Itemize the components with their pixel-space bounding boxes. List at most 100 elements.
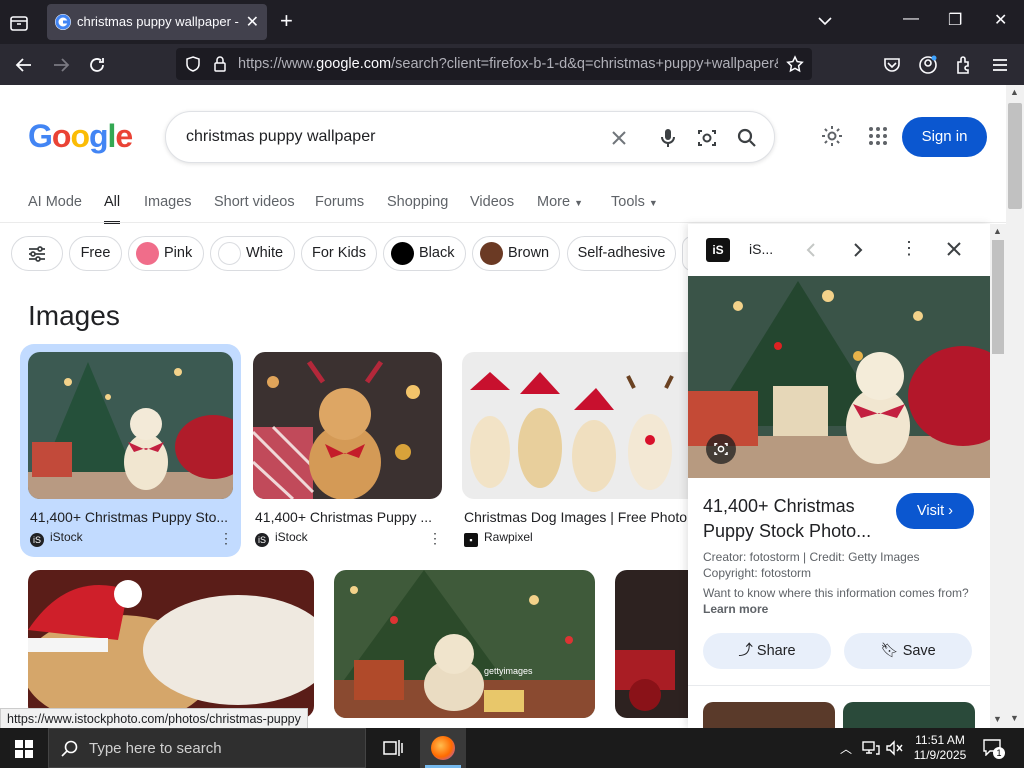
tab-videos[interactable]: Videos	[470, 194, 514, 210]
next-icon[interactable]	[848, 240, 868, 260]
chip-for-kids[interactable]: For Kids	[301, 236, 377, 271]
panel-source-name[interactable]: iS...	[749, 241, 773, 257]
scroll-down-icon[interactable]: ▼	[1010, 713, 1019, 723]
network-icon[interactable]	[862, 740, 880, 756]
tray-chevron-icon[interactable]: ︿	[840, 740, 852, 757]
tab-ai-mode[interactable]: AI Mode	[28, 194, 82, 210]
result-title-3[interactable]: Christmas Dog Images | Free Photo	[464, 509, 688, 525]
result-source-1[interactable]: iS iStock	[30, 530, 83, 547]
extensions-icon[interactable]	[953, 54, 975, 76]
chip-black[interactable]: Black	[383, 236, 466, 271]
sign-in-button[interactable]: Sign in	[902, 117, 987, 157]
account-icon[interactable]	[917, 54, 939, 76]
tab-more[interactable]: More ▼	[537, 194, 583, 210]
tab-short-videos[interactable]: Short videos	[214, 194, 295, 210]
list-all-tabs-icon[interactable]	[816, 12, 834, 30]
back-icon[interactable]	[13, 54, 35, 76]
search-box[interactable]: christmas puppy wallpaper	[165, 111, 775, 163]
filter-settings-chip[interactable]	[11, 236, 63, 271]
istock-icon: iS	[30, 533, 44, 547]
result-image-1[interactable]	[28, 352, 233, 499]
result-image-4[interactable]	[28, 570, 314, 718]
voice-search-icon[interactable]	[656, 126, 680, 150]
panel-copyright: Copyright: fotostorm	[703, 566, 812, 580]
task-view-icon[interactable]	[383, 739, 403, 757]
page-scroll-thumb[interactable]	[1008, 103, 1022, 209]
chip-pink[interactable]: Pink	[128, 236, 204, 271]
scroll-up-icon[interactable]: ▲	[1010, 87, 1019, 97]
learn-more-link[interactable]: Learn more	[703, 602, 768, 616]
scroll-down-icon[interactable]: ▼	[993, 714, 1002, 724]
tab-images[interactable]: Images	[144, 194, 192, 210]
panel-more-icon[interactable]: ⋮	[900, 238, 918, 259]
result-source-3[interactable]: ▪ Rawpixel	[464, 530, 533, 547]
volume-muted-icon[interactable]	[885, 740, 903, 756]
chip-black-label: Black	[419, 245, 455, 261]
close-panel-icon[interactable]	[944, 239, 964, 259]
restore-icon[interactable]: ❐	[948, 10, 962, 30]
tab-shopping[interactable]: Shopping	[387, 194, 448, 210]
search-icon[interactable]	[735, 126, 759, 150]
result-source-2[interactable]: iS iStock	[255, 530, 308, 547]
panel-creator: Creator: fotostorm | Credit: Getty Image…	[703, 550, 920, 564]
google-logo[interactable]: Google	[28, 118, 133, 155]
bookmark-star-icon[interactable]	[786, 55, 804, 73]
chip-white[interactable]: White	[210, 236, 295, 271]
chip-free[interactable]: Free	[69, 236, 122, 271]
result-image-3[interactable]	[462, 352, 692, 499]
firefox-taskbar-button[interactable]	[420, 728, 466, 768]
tab-forums[interactable]: Forums	[315, 194, 364, 210]
clear-search-icon[interactable]	[607, 126, 631, 150]
settings-gear-icon[interactable]	[820, 124, 844, 148]
close-tab-icon[interactable]: ✕	[246, 12, 259, 32]
google-apps-icon[interactable]	[866, 124, 890, 148]
chip-brown[interactable]: Brown	[472, 236, 560, 271]
search-query[interactable]: christmas puppy wallpaper	[186, 128, 375, 146]
panel-question: Want to know where this information come…	[703, 586, 969, 600]
related-image-2[interactable]	[843, 702, 975, 728]
result-image-6[interactable]	[615, 570, 692, 718]
tab-all[interactable]: All	[104, 194, 121, 224]
panel-title[interactable]: 41,400+ Christmas Puppy Stock Photo...	[703, 494, 888, 544]
previous-icon[interactable]	[801, 240, 821, 260]
images-section-heading: Images	[28, 300, 120, 331]
related-image-1[interactable]	[703, 702, 835, 728]
result-image-5[interactable]: gettyimages	[334, 570, 595, 718]
white-swatch	[218, 242, 241, 265]
chip-self-adhesive[interactable]: Self-adhesive	[567, 236, 676, 271]
lock-icon[interactable]	[211, 55, 229, 73]
page-scrollbar[interactable]: ▲ ▼	[1006, 85, 1024, 728]
clock[interactable]: 11:51 AM 11/9/2025	[912, 733, 968, 763]
notifications-button[interactable]: 1	[982, 738, 1005, 759]
close-window-icon[interactable]: ✕	[994, 10, 1007, 30]
new-tab-icon[interactable]: +	[280, 10, 293, 32]
tab-tools[interactable]: Tools ▼	[611, 194, 658, 210]
active-tab[interactable]: christmas puppy wallpaper - Google Searc…	[47, 4, 267, 40]
taskbar-search-placeholder: Type here to search	[89, 740, 222, 757]
menu-icon[interactable]	[989, 54, 1011, 76]
panel-scroll-thumb[interactable]	[992, 240, 1004, 354]
lens-search-icon[interactable]	[695, 126, 719, 150]
share-button[interactable]: ⤴ Share	[703, 633, 831, 669]
result-image-2[interactable]	[253, 352, 442, 499]
result-more-icon[interactable]: ⋮	[219, 530, 233, 547]
forward-icon[interactable]	[50, 54, 72, 76]
sliders-icon	[29, 246, 45, 262]
pocket-icon[interactable]	[881, 54, 903, 76]
tab-manager-icon[interactable]	[8, 12, 30, 34]
result-more-icon[interactable]: ⋮	[428, 530, 442, 547]
taskbar-search[interactable]: Type here to search	[48, 728, 366, 768]
scroll-up-icon[interactable]: ▲	[993, 226, 1002, 236]
save-button[interactable]: 🔖︎ Save	[844, 633, 972, 669]
windows-start-icon[interactable]	[15, 740, 33, 758]
istock-logo-icon[interactable]: iS	[706, 238, 730, 262]
visit-button[interactable]: Visit ›	[896, 493, 974, 529]
result-title-2[interactable]: 41,400+ Christmas Puppy ...	[255, 509, 435, 525]
minimize-icon[interactable]: —	[903, 10, 919, 28]
lens-overlay-button[interactable]	[706, 434, 736, 464]
reload-icon[interactable]	[86, 54, 108, 76]
shield-icon[interactable]	[184, 55, 202, 73]
url-bar[interactable]: https://www.google.com/search?client=fir…	[176, 48, 812, 80]
result-title-1[interactable]: 41,400+ Christmas Puppy Sto...	[30, 509, 232, 525]
panel-scrollbar[interactable]: ▲ ▼	[990, 224, 1006, 728]
